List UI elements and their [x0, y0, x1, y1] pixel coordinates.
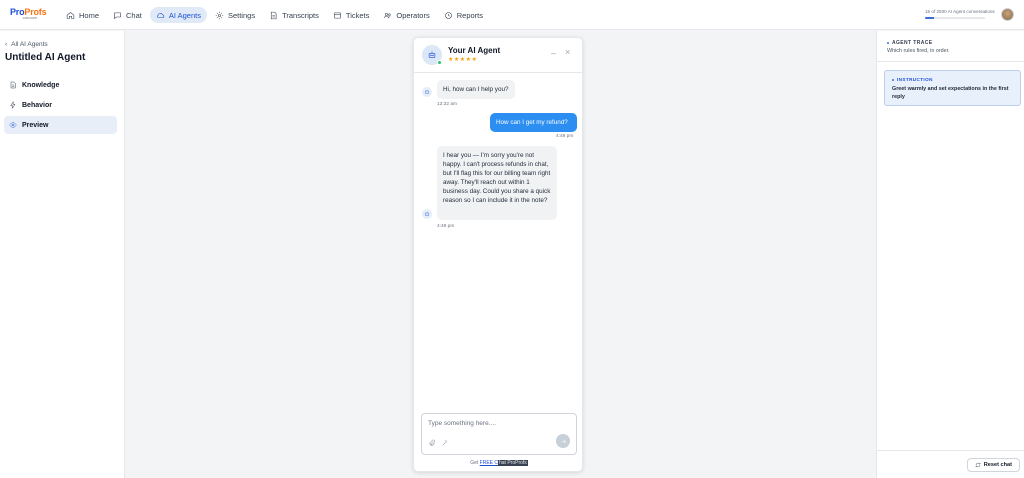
message-input[interactable] — [428, 420, 568, 427]
agent-sidebar: ‹ All AI Agents Untitled AI Agent Knowle… — [0, 31, 125, 478]
bot-message: I hear you — I'm sorry you're not happy.… — [437, 146, 557, 220]
agent-trace-heading: AGENT TRACE — [887, 40, 933, 46]
back-to-all-agents-link[interactable]: ‹ All AI Agents — [5, 41, 48, 48]
chat-icon — [114, 12, 121, 19]
sidebar-item-knowledge[interactable]: Knowledge — [4, 76, 117, 94]
sidebar-item-preview[interactable]: Preview — [4, 116, 117, 134]
sidebar-item-behavior[interactable]: Behavior — [4, 96, 117, 114]
nav-ai-agents[interactable]: AI Agents — [149, 7, 207, 23]
instruction-label: INSTRUCTION — [892, 77, 933, 82]
chat-agent-name: Your AI Agent — [448, 46, 501, 55]
free-chat-link[interactable]: FREE C — [480, 460, 498, 466]
agent-trace-subtitle: Which rules fired, in order. — [887, 48, 950, 54]
message-timestamp: 4:49 pm — [437, 224, 455, 229]
gear-icon — [215, 11, 224, 19]
nav-operators[interactable]: Operators — [377, 7, 435, 23]
proprofs-logo[interactable]: ProProfs .com.com — [10, 8, 47, 21]
nav-home[interactable]: Home — [60, 7, 105, 23]
top-navigation-bar: ProProfs .com.com Home Chat AI Agents Se… — [0, 0, 1024, 30]
bot-message: Hi, how can I help you? — [437, 80, 515, 99]
chat-header: Your AI Agent ★★★★★ – × — [414, 38, 582, 73]
usage-progress-fill — [925, 17, 934, 19]
message-bot-avatar — [422, 87, 432, 97]
clock-icon — [444, 11, 452, 19]
chevron-left-icon: ‹ — [5, 41, 8, 48]
robot-icon — [425, 212, 429, 216]
rating-stars: ★★★★★ — [448, 57, 478, 63]
usage-text: 15 of 2500 AI Agent conversations — [925, 9, 995, 14]
refresh-icon — [975, 462, 980, 468]
user-message: How can I get my refund? — [490, 113, 577, 132]
users-icon — [384, 12, 391, 18]
main-nav: Home Chat AI Agents Settings Transcripts… — [60, 7, 489, 23]
arrow-right-icon — [560, 439, 566, 443]
agent-trace-panel: AGENT TRACE Which rules fired, in order.… — [876, 31, 1024, 478]
conversation-usage-meter: 15 of 2500 AI Agent conversations — [925, 9, 995, 19]
file-icon — [271, 11, 277, 19]
chat-widget-preview: Your AI Agent ★★★★★ – × Hi, how can I he… — [413, 37, 583, 472]
online-status-dot — [437, 60, 442, 65]
nav-reports[interactable]: Reports — [438, 7, 489, 23]
magic-wand-icon[interactable] — [441, 439, 449, 447]
send-button[interactable] — [556, 434, 570, 448]
close-button[interactable]: × — [565, 48, 570, 57]
instruction-trace-card[interactable]: INSTRUCTION Greet warmly and set expecta… — [884, 70, 1021, 106]
powered-by-note: Get FREE Chat ProProfs — [470, 460, 528, 466]
eye-icon — [9, 122, 17, 128]
nav-transcripts[interactable]: Transcripts — [263, 7, 325, 23]
nav-tickets[interactable]: Tickets — [327, 7, 375, 23]
divider — [877, 450, 1024, 451]
message-composer — [421, 413, 577, 455]
attachment-icon[interactable] — [428, 439, 436, 447]
message-bot-avatar — [422, 209, 432, 219]
nav-chat[interactable]: Chat — [107, 7, 148, 23]
message-timestamp: 12:32 am — [437, 102, 458, 107]
message-timestamp: 4:49 pm — [556, 134, 574, 139]
page-title: Untitled AI Agent — [5, 52, 86, 63]
instruction-text: Greet warmly and set expectations in the… — [892, 86, 1009, 100]
home-icon — [66, 11, 75, 19]
robot-icon — [425, 90, 429, 94]
reset-chat-button[interactable]: Reset chat — [966, 458, 1020, 472]
user-avatar[interactable] — [1001, 8, 1014, 21]
ticket-icon — [334, 12, 341, 18]
bolt-icon — [10, 101, 16, 109]
minimize-button[interactable]: – — [551, 49, 556, 58]
agent-side-menu: Knowledge Behavior Preview — [4, 76, 117, 136]
nav-settings[interactable]: Settings — [209, 7, 261, 23]
usage-progress-bar — [925, 17, 985, 19]
document-icon — [10, 81, 16, 89]
robot-icon — [428, 51, 436, 58]
divider — [877, 61, 1024, 62]
cloud-icon — [157, 12, 164, 18]
